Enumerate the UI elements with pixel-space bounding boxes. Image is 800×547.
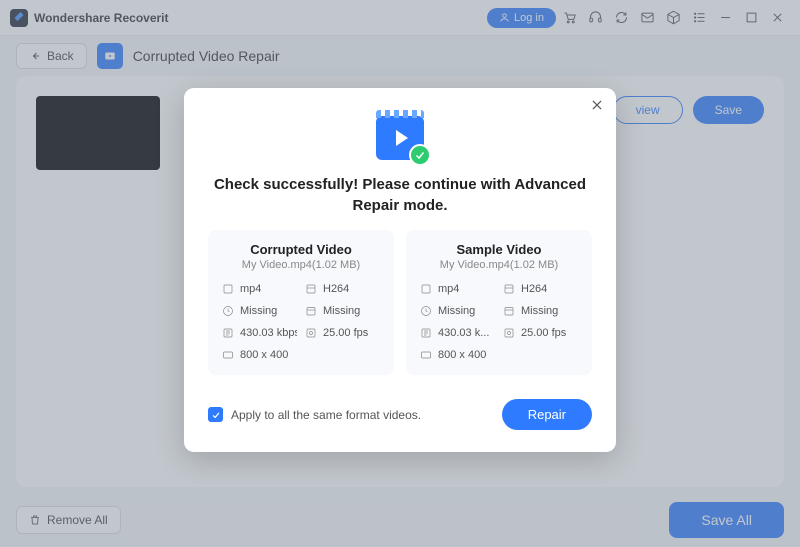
sample-card: Sample Video My Video.mp4(1.02 MB) mp4 H… — [406, 230, 592, 375]
stat-codec: H264 — [305, 283, 380, 295]
sample-filename: My Video.mp4(1.02 MB) — [420, 259, 578, 271]
compare-panel: Corrupted Video My Video.mp4(1.02 MB) mp… — [208, 230, 592, 375]
stat-bitrate: 430.03 kbps — [222, 327, 297, 339]
apply-all-checkbox[interactable]: Apply to all the same format videos. — [208, 407, 421, 422]
success-check-icon — [409, 144, 431, 166]
corrupted-card: Corrupted Video My Video.mp4(1.02 MB) mp… — [208, 230, 394, 375]
stat-created: Missing — [305, 305, 380, 317]
stat-format: mp4 — [420, 283, 495, 295]
video-repair-icon — [373, 110, 427, 164]
advanced-repair-modal: Check successfully! Please continue with… — [184, 88, 616, 452]
apply-all-label: Apply to all the same format videos. — [231, 408, 421, 422]
modal-title: Check successfully! Please continue with… — [208, 174, 592, 216]
stat-fps: 25.00 fps — [503, 327, 578, 339]
stat-fps: 25.00 fps — [305, 327, 380, 339]
corrupted-filename: My Video.mp4(1.02 MB) — [222, 259, 380, 271]
sample-heading: Sample Video — [420, 242, 578, 257]
stat-created: Missing — [503, 305, 578, 317]
close-icon[interactable] — [590, 98, 604, 117]
modal-head: Check successfully! Please continue with… — [208, 110, 592, 230]
stat-resolution: 800 x 400 — [222, 349, 297, 361]
stat-duration: Missing — [222, 305, 297, 317]
modal-footer: Apply to all the same format videos. Rep… — [208, 399, 592, 430]
stat-format: mp4 — [222, 283, 297, 295]
stat-codec: H264 — [503, 283, 578, 295]
stat-resolution: 800 x 400 — [420, 349, 495, 361]
stat-bitrate: 430.03 k... — [420, 327, 495, 339]
checkbox-checked-icon — [208, 407, 223, 422]
corrupted-heading: Corrupted Video — [222, 242, 380, 257]
stat-duration: Missing — [420, 305, 495, 317]
repair-button[interactable]: Repair — [502, 399, 592, 430]
